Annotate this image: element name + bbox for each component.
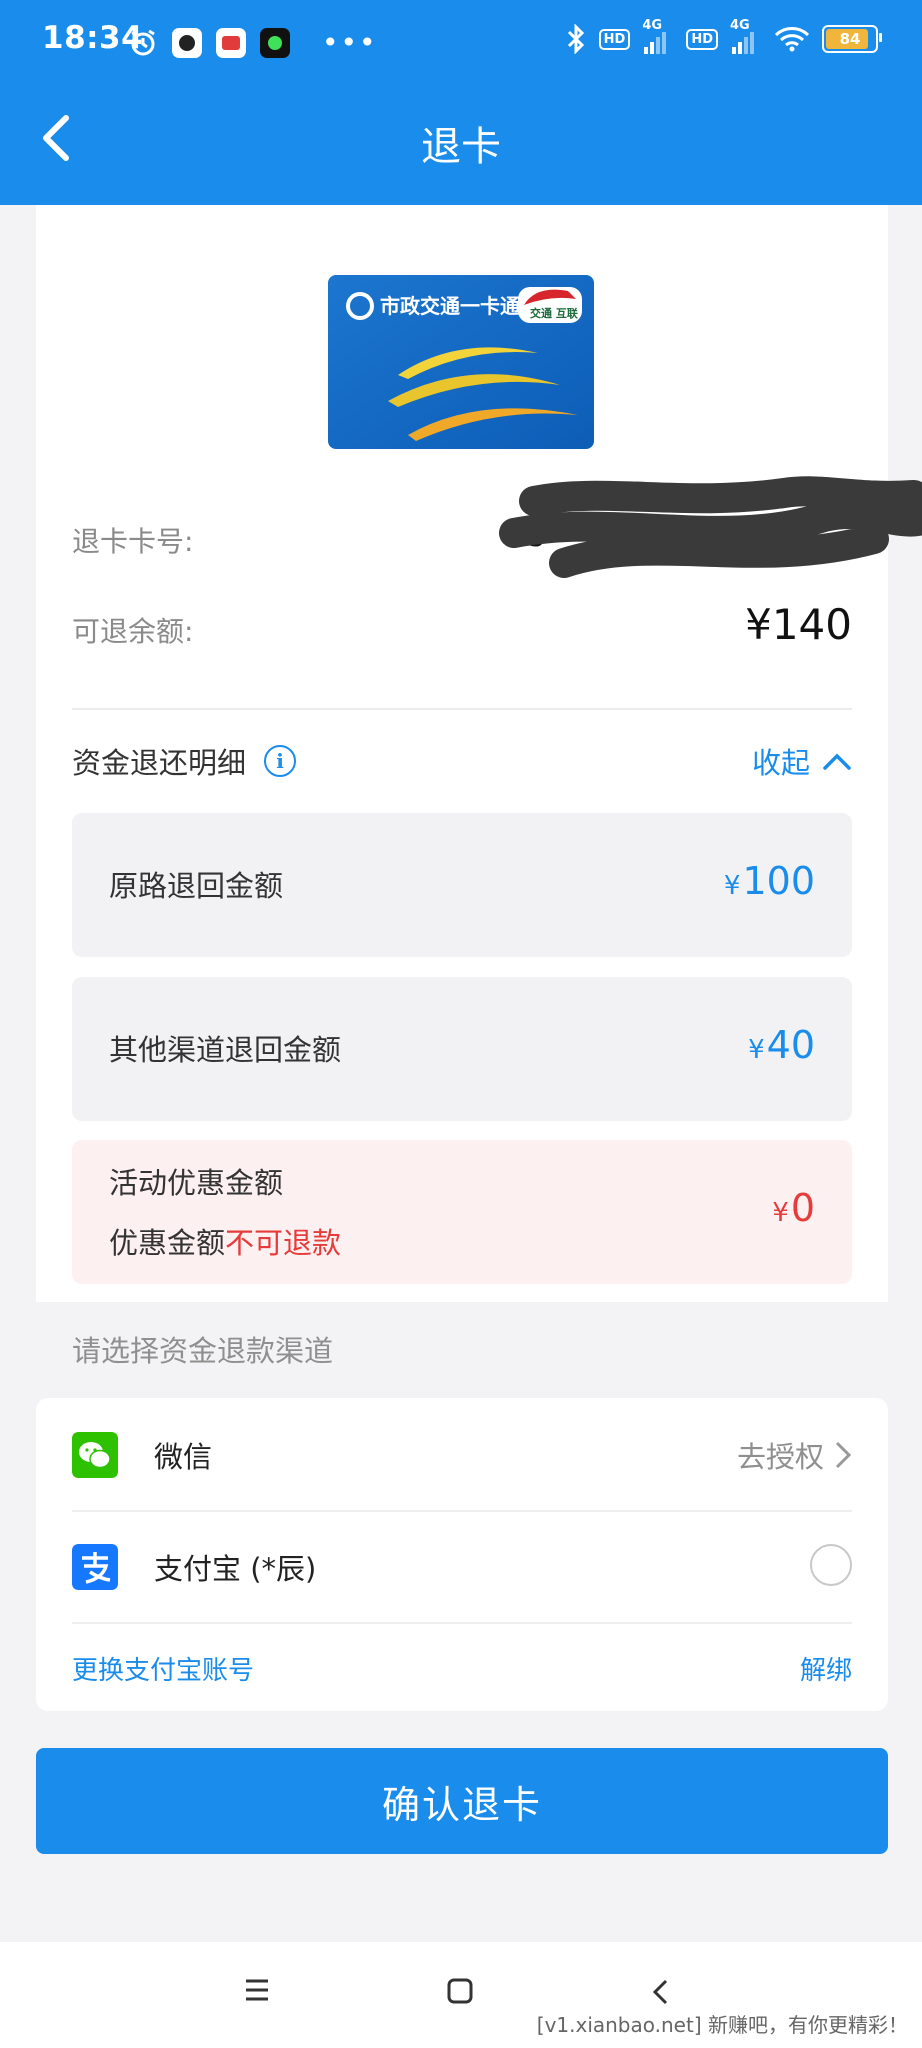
- refund-channel-hint: 请选择资金退款渠道: [72, 1334, 334, 1368]
- more-status-icon: •••: [322, 26, 378, 59]
- menu-icon[interactable]: [244, 1978, 270, 2002]
- wechat-label: 微信: [154, 1440, 213, 1474]
- balance-label: 可退余额:: [72, 615, 194, 648]
- home-icon[interactable]: [447, 1978, 473, 2004]
- change-alipay-account-link[interactable]: 更换支付宝账号: [72, 1650, 254, 1687]
- original-route-label: 原路退回金额: [109, 869, 284, 903]
- refund-details-title: 资金退还明细 i: [72, 740, 297, 782]
- card-number-label: 退卡卡号:: [72, 525, 194, 558]
- battery-icon: 84: [822, 25, 882, 53]
- music-app-icon: [260, 27, 290, 58]
- wifi-icon: [774, 27, 810, 52]
- balance-value: ¥140: [745, 600, 852, 649]
- hd-badge-2: HD: [686, 28, 718, 50]
- chevron-right-icon: [835, 1441, 852, 1469]
- chevron-up-icon: [823, 753, 851, 770]
- alarm-icon: [131, 29, 155, 55]
- promo-sublabel: 优惠金额不可退款: [109, 1226, 342, 1260]
- wechat-authorize-action[interactable]: 去授权: [737, 1434, 852, 1476]
- refund-info-card: 市政交通一卡通 交通 互联 退卡卡号: 5 可退余额: ¥140 资金退还明细 …: [36, 205, 922, 1302]
- non-refundable-warning: 不可退款: [225, 1226, 342, 1260]
- collapse-label: 收起: [751, 746, 810, 780]
- collapse-toggle[interactable]: 收起: [752, 740, 852, 782]
- alipay-radio[interactable]: [810, 1544, 852, 1586]
- news-app-icon: [216, 27, 246, 58]
- status-right-icons: HD 4G HD 4G 84: [565, 18, 882, 54]
- refund-channel-card: 微信 去授权 支付宝 (*辰) 更换支付宝账号 解绑: [36, 1398, 888, 1711]
- unbind-link[interactable]: 解绑: [800, 1650, 852, 1687]
- status-bar: 18:34 ••• HD 4G HD 4G 84: [0, 0, 922, 86]
- other-channel-label: 其他渠道退回金额: [109, 1033, 342, 1067]
- hd-badge-1: HD: [598, 28, 631, 50]
- info-icon[interactable]: i: [264, 745, 297, 777]
- alipay-icon: [72, 1544, 118, 1590]
- confirm-return-card-button[interactable]: 确认退卡: [36, 1748, 888, 1854]
- alipay-option[interactable]: 支付宝 (*辰): [36, 1510, 888, 1622]
- promo-amount-row: 活动优惠金额 优惠金额不可退款 ¥0: [72, 1140, 852, 1284]
- watermark: [v1.xianbao.net] 新赚吧，有你更精彩！: [536, 2013, 908, 2037]
- wechat-option[interactable]: 微信 去授权: [36, 1398, 888, 1510]
- signal-icon-1: 4G: [642, 18, 674, 54]
- wechat-icon: [72, 1432, 118, 1478]
- status-left-icons: •••: [128, 26, 378, 59]
- transit-card-image: 市政交通一卡通 交通 互联: [328, 275, 594, 449]
- refund-details-title-text: 资金退还明细: [72, 746, 247, 780]
- section-divider: [72, 708, 852, 710]
- top-header-area: 18:34 ••• HD 4G HD 4G 84 退卡: [0, 0, 922, 205]
- signal-icon-2: 4G: [730, 18, 762, 54]
- system-nav-bar: [v1.xianbao.net] 新赚吧，有你更精彩！: [0, 1942, 922, 2048]
- card-brand-text: 市政交通一卡通: [380, 294, 520, 318]
- original-route-refund-row: 原路退回金额 ¥100: [72, 813, 852, 957]
- other-channel-amount: ¥40: [748, 1023, 815, 1067]
- alipay-label: 支付宝 (*辰): [154, 1552, 317, 1586]
- bluetooth-icon: [567, 24, 584, 54]
- nav-bar: 退卡: [0, 86, 922, 205]
- back-nav-icon[interactable]: [651, 1978, 669, 2006]
- promo-amount: ¥0: [772, 1186, 815, 1230]
- channel-divider: [72, 1622, 852, 1624]
- card-badge-text: 交通 互联: [530, 306, 578, 320]
- redaction-scribble: [499, 476, 922, 578]
- page-title: 退卡: [421, 124, 501, 170]
- original-route-amount: ¥100: [723, 859, 815, 903]
- promo-label: 活动优惠金额: [109, 1166, 284, 1200]
- app-notification-icon: [172, 27, 202, 58]
- other-channel-refund-row: 其他渠道退回金额 ¥40: [72, 977, 852, 1121]
